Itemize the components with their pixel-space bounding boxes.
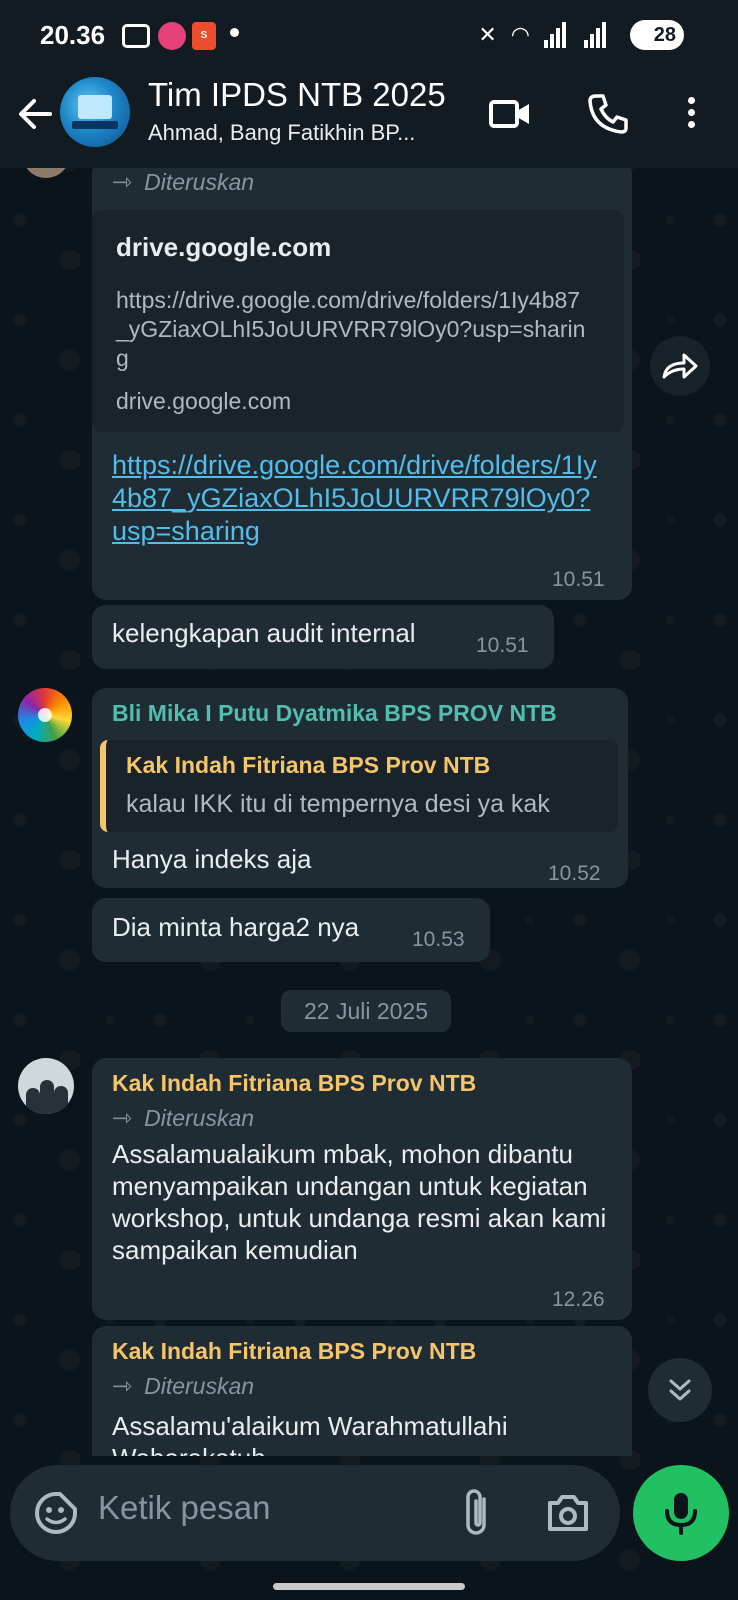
quoted-author: Kak Indah Fitriana BPS Prov NTB: [126, 752, 491, 778]
message-sender[interactable]: Kak Indah Fitriana BPS Prov NTB: [112, 1070, 476, 1097]
double-chevron-down-icon: [669, 1379, 691, 1401]
scroll-to-bottom-button[interactable]: [648, 1358, 712, 1422]
date-divider: 22 Juli 2025: [281, 990, 451, 1032]
phone-call-icon[interactable]: [586, 92, 630, 136]
message-text-clip: Assalamu'alaikum Warahmatullahi Wabaraka…: [112, 1406, 612, 1456]
message-text: Hanya indeks aja: [112, 844, 312, 874]
chat-header: Tim IPDS NTB 2025 Ahmad, Bang Fatikhin B…: [0, 72, 738, 168]
notification-app-icon: [158, 22, 186, 50]
forward-icon: ⇾: [112, 1373, 133, 1400]
message-time: 10.51: [476, 634, 529, 657]
video-call-icon[interactable]: [488, 92, 532, 136]
forwarded-label: ⇾ Diteruskan: [112, 169, 255, 196]
paperclip-icon[interactable]: [458, 1487, 498, 1539]
quoted-text: kalau IKK itu di tempernya desi ya kak: [126, 790, 550, 818]
voice-message-button[interactable]: [633, 1465, 729, 1561]
group-avatar[interactable]: [60, 77, 130, 147]
signal-icon: [544, 22, 570, 48]
message-text: Assalamualaikum mbak, mohon dibantu meny…: [112, 1139, 607, 1265]
status-time: 20.36: [40, 20, 106, 50]
app-header: 20.36 S ✕ ◠ 28 Tim IPDS NTB 2025 Ahmad, …: [0, 0, 738, 168]
message-sender[interactable]: Bli Mika I Putu Dyatmika BPS PROV NTB: [112, 700, 557, 727]
home-indicator[interactable]: [273, 1583, 465, 1590]
message-time: 12.26: [552, 1288, 605, 1311]
status-bar: 20.36 S ✕ ◠ 28: [0, 0, 738, 72]
microphone-icon: [665, 1493, 697, 1535]
mute-icon: ✕: [478, 22, 497, 47]
forwarded-label: ⇾ Diteruskan: [112, 1373, 255, 1400]
message-text: Dia minta harga2 nya: [112, 912, 360, 942]
shopeepay-icon: S: [192, 22, 216, 50]
camera-icon[interactable]: [544, 1489, 592, 1537]
battery-indicator: 28: [630, 20, 684, 50]
link-preview-footer: drive.google.com: [116, 388, 292, 414]
link-preview-url: https://drive.google.com/drive/folders/1…: [116, 287, 586, 371]
chat-subtitle[interactable]: Ahmad, Bang Fatikhin BP...: [148, 120, 468, 146]
link-preview-domain: drive.google.com: [116, 232, 332, 262]
signal-icon: [584, 22, 610, 48]
forward-message-button[interactable]: [650, 336, 710, 396]
link-preview-card[interactable]: drive.google.com https://drive.google.co…: [92, 210, 624, 432]
screen-record-icon: [122, 24, 150, 48]
forward-icon: ⇾: [112, 1105, 133, 1132]
message-time: 10.53: [412, 928, 465, 951]
share-forward-icon: [662, 353, 698, 379]
back-arrow-icon[interactable]: [14, 92, 58, 136]
more-notifications-icon: [230, 28, 239, 37]
message-time: 10.51: [552, 568, 605, 591]
forwarded-label: ⇾ Diteruskan: [112, 1105, 255, 1132]
message-text: Assalamu'alaikum Warahmatullahi Wabaraka…: [112, 1411, 508, 1456]
wifi-icon: ◠: [510, 22, 530, 47]
avatar[interactable]: [18, 688, 72, 742]
quoted-message[interactable]: Kak Indah Fitriana BPS Prov NTB kalau IK…: [100, 740, 618, 832]
message-sender[interactable]: Kak Indah Fitriana BPS Prov NTB: [112, 1338, 476, 1365]
message-input[interactable]: Ketik pesan: [98, 1489, 270, 1527]
message-text: kelengkapan audit internal: [112, 618, 416, 648]
more-options-icon[interactable]: [676, 92, 706, 136]
forward-icon: ⇾: [112, 169, 133, 196]
avatar[interactable]: [18, 1058, 74, 1114]
chat-title[interactable]: Tim IPDS NTB 2025: [148, 76, 446, 114]
message-time: 10.52: [548, 862, 601, 885]
message-link[interactable]: https://drive.google.com/drive/folders/1…: [112, 449, 602, 548]
message-composer: Ketik pesan: [10, 1465, 620, 1561]
sticker-emoji-icon[interactable]: [32, 1489, 80, 1537]
